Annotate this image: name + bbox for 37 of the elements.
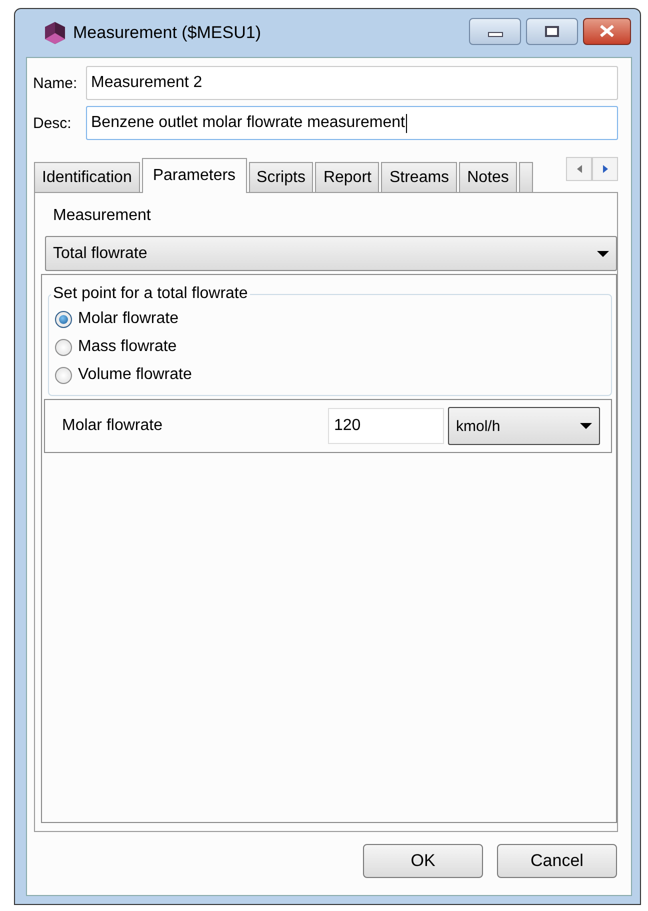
text-field[interactable]: Benzene outlet molar flowrate measurement <box>86 106 618 140</box>
section-label: Measurement <box>53 207 152 225</box>
scroll-left-button[interactable] <box>566 157 592 181</box>
radio-label[interactable]: Volume flowrate <box>78 366 192 384</box>
measurement-dropdown[interactable]: Total flowrate <box>45 236 617 271</box>
window-title: Measurement ($MESU1) <box>73 23 262 43</box>
tab[interactable]: Streams <box>381 162 458 192</box>
tab[interactable]: Scripts <box>248 162 314 192</box>
text-field[interactable]: Measurement 2 <box>86 66 618 100</box>
close-button[interactable] <box>583 18 631 44</box>
tab[interactable]: Report <box>315 162 380 192</box>
close-icon <box>599 25 615 37</box>
field-label: Molar flowrate <box>62 417 164 435</box>
dropdown-arrow-icon <box>597 250 609 256</box>
group-title: Set point for a total flowrate <box>52 285 249 303</box>
tab[interactable]: Identification <box>34 162 140 192</box>
dialog-button[interactable]: OK <box>363 844 483 878</box>
field-label: Name: <box>33 74 78 92</box>
cube-icon <box>44 21 66 45</box>
tab[interactable]: Parameters <box>142 158 247 193</box>
radio-button[interactable] <box>55 310 72 328</box>
radio-button[interactable] <box>55 366 72 384</box>
dialog-button[interactable]: Cancel <box>497 844 617 878</box>
unit-dropdown[interactable]: kmol/h <box>448 407 600 445</box>
right-arrow-icon <box>602 165 608 173</box>
left-arrow-icon <box>576 165 582 173</box>
radio-label[interactable]: Molar flowrate <box>78 310 178 328</box>
radio-button[interactable] <box>55 338 72 356</box>
flowrate-field[interactable]: 120 <box>328 408 444 444</box>
dropdown-arrow-icon <box>580 423 592 429</box>
minimize-button[interactable] <box>469 18 521 44</box>
scroll-right-button[interactable] <box>592 157 618 181</box>
maximize-button[interactable] <box>526 18 578 44</box>
tab[interactable] <box>518 162 533 192</box>
tab[interactable]: Notes <box>459 162 517 192</box>
field-label: Desc: <box>33 114 72 132</box>
radio-label[interactable]: Mass flowrate <box>78 338 177 356</box>
